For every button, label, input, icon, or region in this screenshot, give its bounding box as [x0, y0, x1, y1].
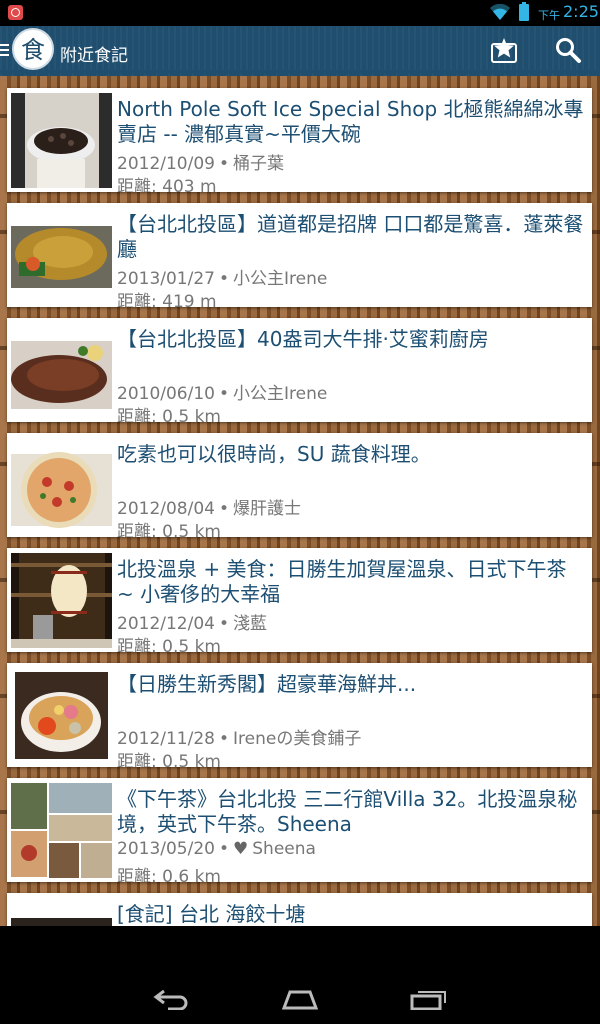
post-distance: 距離: 0.5 km — [117, 637, 221, 652]
post-author: 桶子葉 — [233, 154, 285, 174]
post-date: 2013/01/27 — [117, 269, 215, 289]
back-icon[interactable] — [152, 988, 192, 1010]
post-meta: 2012/12/04 • 淺藍 — [117, 614, 268, 634]
post-distance: 距離: 403 m — [117, 177, 217, 192]
status-ampm: 下午 — [538, 9, 560, 22]
app-logo[interactable]: 食 — [12, 28, 54, 70]
post-thumbnail — [11, 323, 112, 418]
app-title: 附近食記 — [60, 46, 128, 66]
post-distance: 距離: 0.5 km — [117, 522, 221, 537]
post-thumbnail — [11, 93, 112, 188]
post-date: 2013/05/20 — [117, 839, 215, 859]
post-date: 2012/08/04 — [117, 499, 215, 519]
post-author: 小公主Irene — [233, 384, 328, 404]
post-title: [食記] 台北 海餃十塘 — [117, 902, 306, 926]
post-distance: 距離: 0.5 km — [117, 752, 221, 767]
notification-app-icon — [8, 5, 23, 20]
post-date: 2012/11/28 — [117, 729, 215, 749]
post-author: Ireneの美食鋪子 — [233, 729, 362, 749]
post-title: 【台北北投區】40盎司大牛排‧艾蜜莉廚房 — [117, 327, 489, 351]
battery-icon — [519, 2, 529, 21]
menu-icon[interactable] — [0, 44, 9, 58]
post-thumbnail — [11, 668, 112, 763]
navigation-bar — [0, 926, 600, 1024]
post-title: 【台北北投區】道道都是招牌 口口都是驚喜．蓬萊餐廳 — [117, 212, 584, 261]
post-card[interactable]: 北投溫泉 + 美食：日勝生加賀屋溫泉、日式下午茶 ~ 小奢侈的大幸福 2012/… — [7, 548, 592, 652]
post-title: 吃素也可以很時尚，SU 蔬食料理。 — [117, 442, 431, 466]
post-meta: 2013/05/20 • ♥ Sheena — [117, 839, 316, 859]
recents-icon[interactable] — [408, 988, 448, 1010]
post-distance: 距離: 0.5 km — [117, 407, 221, 422]
post-meta: 2012/08/04 • 爆肝護士 — [117, 499, 302, 519]
heart-icon: ♥ — [233, 839, 249, 859]
wifi-icon — [490, 4, 510, 20]
post-thumbnail — [11, 553, 112, 648]
action-bar: 食 附近食記 — [0, 26, 600, 76]
post-thumbnail — [11, 208, 112, 303]
post-distance: 距離: 0.6 km — [117, 867, 221, 882]
post-title: 【日勝生新秀閣】超豪華海鮮丼... — [117, 672, 417, 696]
post-date: 2010/06/10 — [117, 384, 215, 404]
home-icon[interactable] — [280, 988, 320, 1010]
post-date: 2012/12/04 — [117, 614, 215, 634]
post-distance: 距離: 419 m — [117, 292, 217, 307]
post-meta: 2012/10/09 • 桶子葉 — [117, 154, 285, 174]
post-title: 《下午茶》台北北投 三二行館Villa 32。北投溫泉秘境，英式下午茶。Shee… — [117, 787, 578, 836]
post-author: 淺藍 — [233, 614, 268, 634]
post-thumbnail — [11, 898, 112, 926]
post-thumbnail — [11, 438, 112, 533]
post-card[interactable]: North Pole Soft Ice Special Shop 北極熊綿綿冰專… — [7, 88, 592, 192]
post-meta: 2012/11/28 • Ireneの美食鋪子 — [117, 729, 362, 749]
post-title: 北投溫泉 + 美食：日勝生加賀屋溫泉、日式下午茶 ~ 小奢侈的大幸福 — [117, 557, 567, 606]
post-card[interactable]: 【台北北投區】40盎司大牛排‧艾蜜莉廚房 2010/06/10 • 小公主Irene… — [7, 318, 592, 422]
status-time: 2:25 — [563, 2, 599, 21]
post-title: North Pole Soft Ice Special Shop 北極熊綿綿冰專… — [117, 97, 584, 146]
post-author: 爆肝護士 — [233, 499, 302, 519]
post-card[interactable]: 【日勝生新秀閣】超豪華海鮮丼... 2012/11/28 • Ireneの美食鋪子 … — [7, 663, 592, 767]
post-card[interactable]: 【台北北投區】道道都是招牌 口口都是驚喜．蓬萊餐廳 2013/01/27 • 小公主… — [7, 203, 592, 307]
post-meta: 2010/06/10 • 小公主Irene — [117, 384, 328, 404]
post-date: 2012/10/09 — [117, 154, 215, 174]
post-author: 小公主Irene — [233, 269, 328, 289]
post-card[interactable]: 吃素也可以很時尚，SU 蔬食料理。 2012/08/04 • 爆肝護士 距離: 0.… — [7, 433, 592, 537]
search-icon[interactable] — [554, 36, 582, 64]
status-bar: 下午 2:25 — [0, 0, 600, 26]
post-author: Sheena — [252, 839, 316, 859]
post-card[interactable]: [食記] 台北 海餃十塘 — [7, 893, 592, 926]
app-logo-char: 食 — [21, 36, 45, 64]
star-icon[interactable] — [490, 36, 518, 64]
post-list[interactable]: North Pole Soft Ice Special Shop 北極熊綿綿冰專… — [0, 76, 600, 926]
post-meta: 2013/01/27 • 小公主Irene — [117, 269, 328, 289]
post-thumbnail — [11, 783, 112, 878]
post-card[interactable]: 《下午茶》台北北投 三二行館Villa 32。北投溫泉秘境，英式下午茶。Shee… — [7, 778, 592, 882]
